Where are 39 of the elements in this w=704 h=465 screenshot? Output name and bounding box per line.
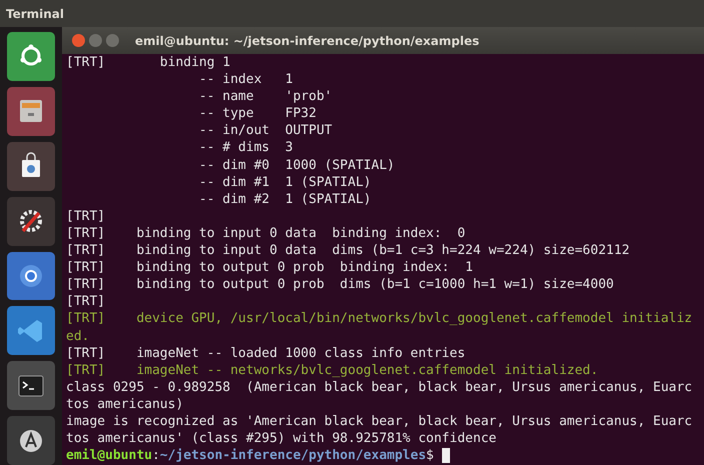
gear-wrench-icon[interactable]: [7, 196, 55, 246]
terminal-line: tos americanus): [66, 396, 184, 413]
terminal-line: -- dim #1 1 (SPATIAL): [198, 174, 372, 191]
terminal-line: [TRT] device GPU, /usr/local/bin/networks/bvlc_googlenet.caffemodel initializ: [66, 310, 694, 328]
circle-logo-icon[interactable]: [7, 252, 55, 300]
shopping-bag-icon[interactable]: [7, 142, 55, 191]
terminal-line: [TRT] binding to output 0 prob binding index: 1: [66, 259, 474, 276]
terminal-line: -- in/out OUTPUT: [198, 122, 334, 140]
terminal-line: -- dim #0 1000 (SPATIAL): [198, 156, 396, 174]
close-button[interactable]: [72, 34, 85, 47]
terminal-line: [TRT] binding 1: [66, 54, 232, 72]
prompt-symbol: $: [426, 447, 434, 464]
terminal-icon[interactable]: [7, 361, 55, 410]
file-cabinet-icon[interactable]: [7, 86, 55, 136]
terminal-line: ed.: [66, 328, 90, 345]
terminal-line: -- index 1: [198, 71, 294, 88]
text-cursor: [442, 448, 450, 464]
terminal-line: -- # dims 3: [198, 139, 294, 157]
ubuntu-logo-icon[interactable]: [7, 32, 55, 81]
terminal-line: [TRT] imageNet -- loaded 1000 class info entries: [66, 344, 466, 362]
terminal-line: [TRT] binding to input 0 data binding index: 0: [66, 224, 466, 242]
window-title: emil@ubuntu: ~/jetson-inference/python/examples: [135, 34, 480, 48]
prompt-separator: :: [152, 447, 160, 464]
terminal-line: [TRT] imageNet -- networks/bvlc_googlenet.caffemodel initialized.: [66, 362, 600, 379]
terminal-line: [TRT] binding to output 0 prob dims (b=1 c=1000 h=1 w=1) size=4000: [66, 276, 615, 294]
terminal-line: -- dim #2 1 (SPATIAL): [198, 190, 372, 208]
terminal-line: class 0295 - 0.989258 (American black bear, black bear, Ursus americanus, Euarc: [66, 378, 694, 396]
prompt-user: emil@ubuntu: [66, 447, 152, 464]
terminal-line: tos americanus' (class #295) with 98.925781% confidence: [66, 430, 498, 448]
terminal-line: image is recognized as 'American black bear, black bear, Ursus americanus, Euarc: [66, 412, 694, 430]
code-editor-icon[interactable]: [7, 306, 55, 356]
app-title: Terminal: [6, 6, 64, 20]
terminal-line: [TRT]: [66, 208, 106, 225]
prompt-path: ~/jetson-inference/python/examples: [160, 447, 426, 464]
terminal-line: [TRT] binding to input 0 data dims (b=1 c=3 h=224 w=224) size=602112: [66, 242, 631, 260]
terminal-line: -- type FP32: [198, 105, 318, 122]
terminal-line: [TRT]: [66, 293, 106, 310]
updater-icon[interactable]: [7, 416, 55, 465]
terminal-line: -- name 'prob': [198, 88, 334, 106]
